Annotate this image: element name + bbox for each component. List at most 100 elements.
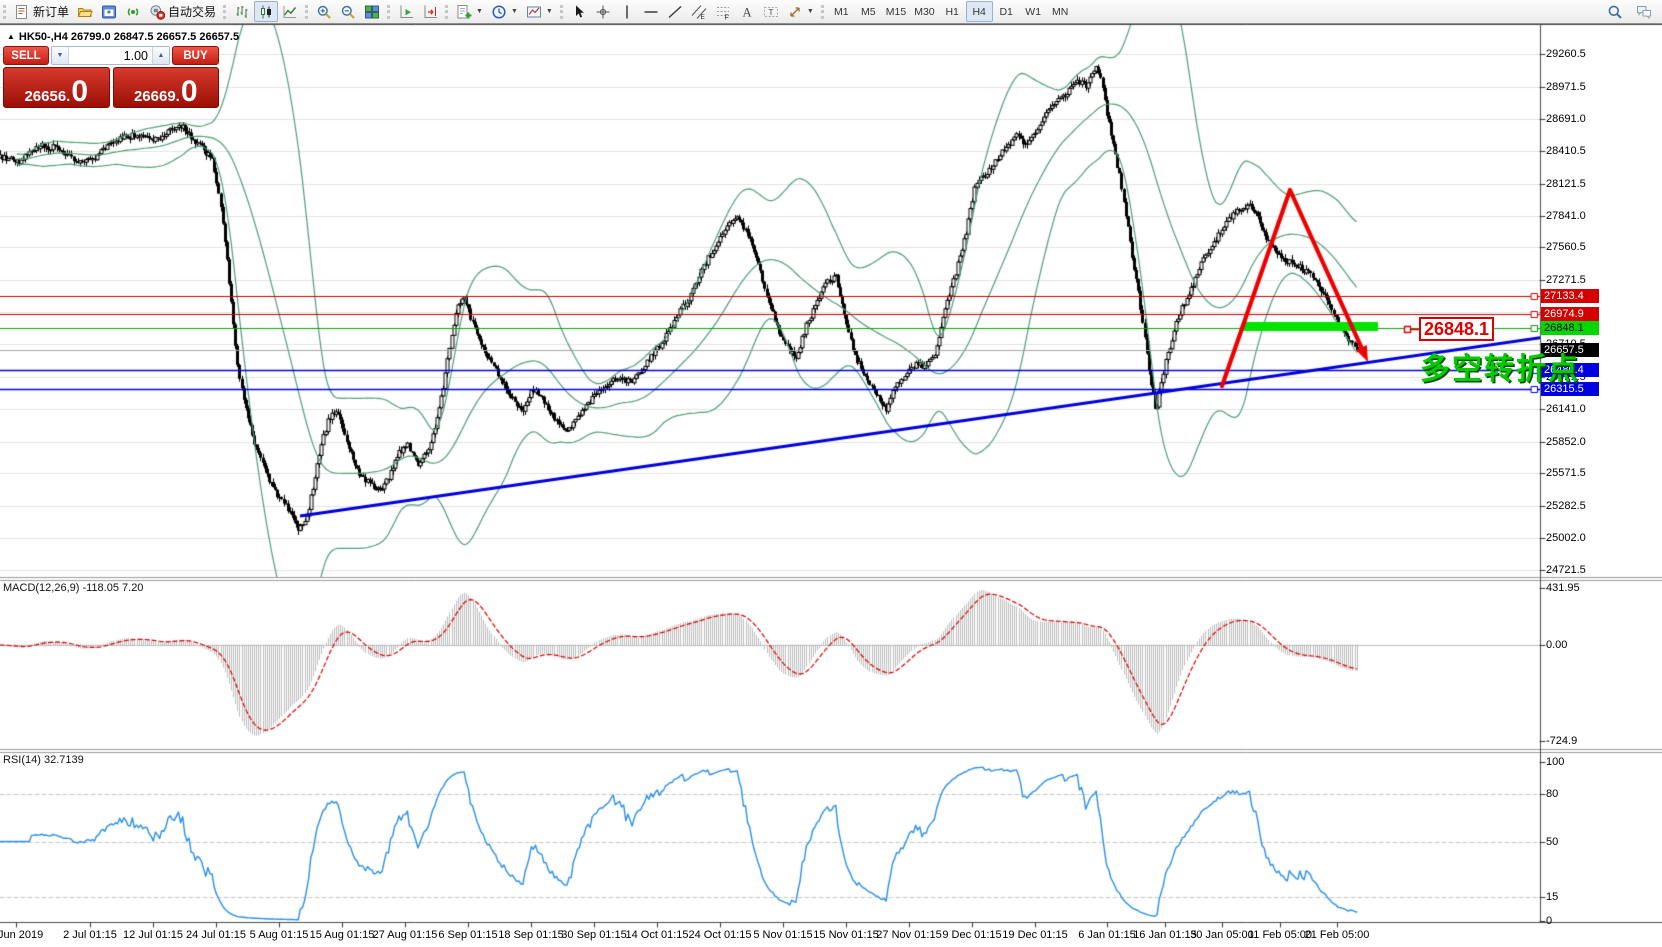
toolbar-group: EFAT▼ — [567, 0, 818, 24]
time-axis-label: 2 Jul 01:15 — [63, 929, 117, 941]
text-t-icon: T — [763, 4, 779, 20]
search-icon — [1607, 4, 1623, 20]
time-axis-label: 14 Oct 01:15 — [626, 929, 689, 941]
channel-icon: E — [691, 4, 707, 20]
price-tag: 26974.9 — [1541, 307, 1599, 321]
turning-point-annotation[interactable]: 多空转折点 — [1420, 344, 1580, 388]
price-chart-canvas[interactable] — [0, 0, 1662, 947]
profiles-button[interactable] — [73, 1, 97, 22]
sell-price-display[interactable]: 26656.0 — [3, 67, 110, 108]
collapse-arrow-icon[interactable]: ▲ — [7, 32, 15, 41]
new-order-button[interactable]: 新订单 — [10, 1, 73, 22]
price-axis-label: 28121.5 — [1546, 178, 1586, 191]
text-a-icon: A — [739, 4, 755, 20]
rsi-indicator-label: RSI(14) 32.7139 — [3, 754, 84, 766]
indicators-icon — [456, 4, 472, 20]
time-axis-label: 12 Jul 01:15 — [123, 929, 183, 941]
crosshair-button[interactable] — [591, 1, 615, 22]
vertical-line-button[interactable] — [615, 1, 639, 22]
sell-price-main: 26656 — [24, 89, 66, 104]
horizontal-line-button[interactable] — [639, 1, 663, 22]
price-axis-label: 27560.5 — [1546, 241, 1586, 254]
rsi-axis-label: 0 — [1546, 915, 1552, 928]
text-button[interactable]: A — [735, 1, 759, 22]
search-button[interactable] — [1603, 1, 1627, 22]
time-axis-label: 9 Jun 2019 — [0, 929, 43, 941]
volume-stepper: ▼ ▲ — [51, 46, 170, 65]
candlestick-button[interactable] — [254, 1, 278, 22]
market-watch-button[interactable] — [97, 1, 121, 22]
bar-chart-button[interactable] — [230, 1, 254, 22]
buy-button[interactable]: BUY — [172, 46, 219, 65]
auto-trading-button-label: 自动交易 — [168, 3, 216, 20]
toolbar-grip — [821, 5, 824, 19]
buy-price-pip: 0 — [181, 81, 198, 104]
tile-icon — [364, 4, 380, 20]
auto-scroll-button[interactable] — [394, 1, 418, 22]
time-axis-label: 27 Aug 01:15 — [373, 929, 438, 941]
time-axis-label: 6 Jan 01:15 — [1078, 929, 1136, 941]
time-axis-label: 18 Sep 01:15 — [498, 929, 563, 941]
chat-icon — [1636, 4, 1652, 20]
toolbar-grip — [223, 5, 226, 19]
zoom-in-button[interactable] — [312, 1, 336, 22]
templates-button[interactable]: ▼ — [522, 1, 557, 22]
indicators-button[interactable]: ▼ — [452, 1, 487, 22]
timeframe-d1-button[interactable]: D1 — [993, 1, 1020, 22]
arrows-button[interactable]: ▼ — [783, 1, 818, 22]
symbol-ohlc-title: HK50-,H4 26799.0 26847.5 26657.5 26657.5 — [19, 31, 239, 43]
timeframe-m30-button[interactable]: M30 — [910, 1, 938, 22]
text-label-button[interactable]: T — [759, 1, 783, 22]
fibo-icon: F — [715, 4, 731, 20]
one-click-trading-panel: SELL ▼ ▲ BUY 26656.0 26669.0 — [3, 46, 219, 108]
equidistant-channel-button[interactable]: E — [687, 1, 711, 22]
zoom-out-button[interactable] — [336, 1, 360, 22]
rsi-axis-label: 50 — [1546, 836, 1558, 849]
toolbar-right — [1603, 1, 1662, 22]
periods-button[interactable]: ▼ — [487, 1, 522, 22]
cursor-button[interactable] — [567, 1, 591, 22]
bars-icon — [234, 4, 250, 20]
time-axis-label: 30 Sep 01:15 — [561, 929, 626, 941]
svg-text:A: A — [742, 5, 751, 19]
price-callout-box[interactable]: 26848.1 — [1419, 317, 1494, 341]
arrows-icon — [787, 4, 803, 20]
timeframe-m5-button[interactable]: M5 — [855, 1, 882, 22]
time-axis-label: 24 Oct 01:15 — [689, 929, 752, 941]
crosshair-icon — [595, 4, 611, 20]
fibonacci-button[interactable]: F — [711, 1, 735, 22]
price-axis-label: 29260.5 — [1546, 48, 1586, 61]
time-axis-label: 15 Aug 01:15 — [310, 929, 375, 941]
timeframe-w1-button[interactable]: W1 — [1020, 1, 1047, 22]
signals-button[interactable] — [121, 1, 145, 22]
price-axis-label: 25571.5 — [1546, 467, 1586, 480]
chat-button[interactable] — [1632, 1, 1656, 22]
buy-price-display[interactable]: 26669.0 — [113, 67, 220, 108]
toolbar-group: M1M5M15M30H1H4D1W1MN — [828, 0, 1074, 24]
auto-trading-button[interactable]: 自动交易 — [145, 1, 220, 22]
price-axis-label: 28691.0 — [1546, 113, 1586, 126]
trendline-button[interactable] — [663, 1, 687, 22]
macd-axis-label: 0.00 — [1546, 639, 1567, 652]
tile-windows-button[interactable] — [360, 1, 384, 22]
tline-icon — [667, 4, 683, 20]
timeframe-m15-button[interactable]: M15 — [882, 1, 910, 22]
window-icon — [101, 4, 117, 20]
timeframe-m1-button[interactable]: M1 — [828, 1, 855, 22]
volume-increase-button[interactable]: ▲ — [152, 47, 169, 64]
price-axis-label: 28410.5 — [1546, 145, 1586, 158]
volume-decrease-button[interactable]: ▼ — [52, 47, 69, 64]
chart-shift-button[interactable] — [418, 1, 442, 22]
chevron-down-icon: ▼ — [511, 8, 518, 15]
price-tag: 27133.4 — [1541, 289, 1599, 303]
time-axis-label: 16 Jan 01:15 — [1133, 929, 1197, 941]
timeframe-h4-button[interactable]: H4 — [966, 1, 993, 22]
line-chart-button[interactable] — [278, 1, 302, 22]
rsi-axis-label: 80 — [1546, 788, 1558, 801]
timeframe-h1-button[interactable]: H1 — [939, 1, 966, 22]
timeframe-mn-button[interactable]: MN — [1047, 1, 1074, 22]
chart-title-bar: ▲ HK50-,H4 26799.0 26847.5 26657.5 26657.… — [7, 31, 239, 43]
sell-button[interactable]: SELL — [3, 46, 49, 65]
chevron-down-icon: ▼ — [476, 8, 483, 15]
volume-input[interactable] — [69, 47, 152, 64]
